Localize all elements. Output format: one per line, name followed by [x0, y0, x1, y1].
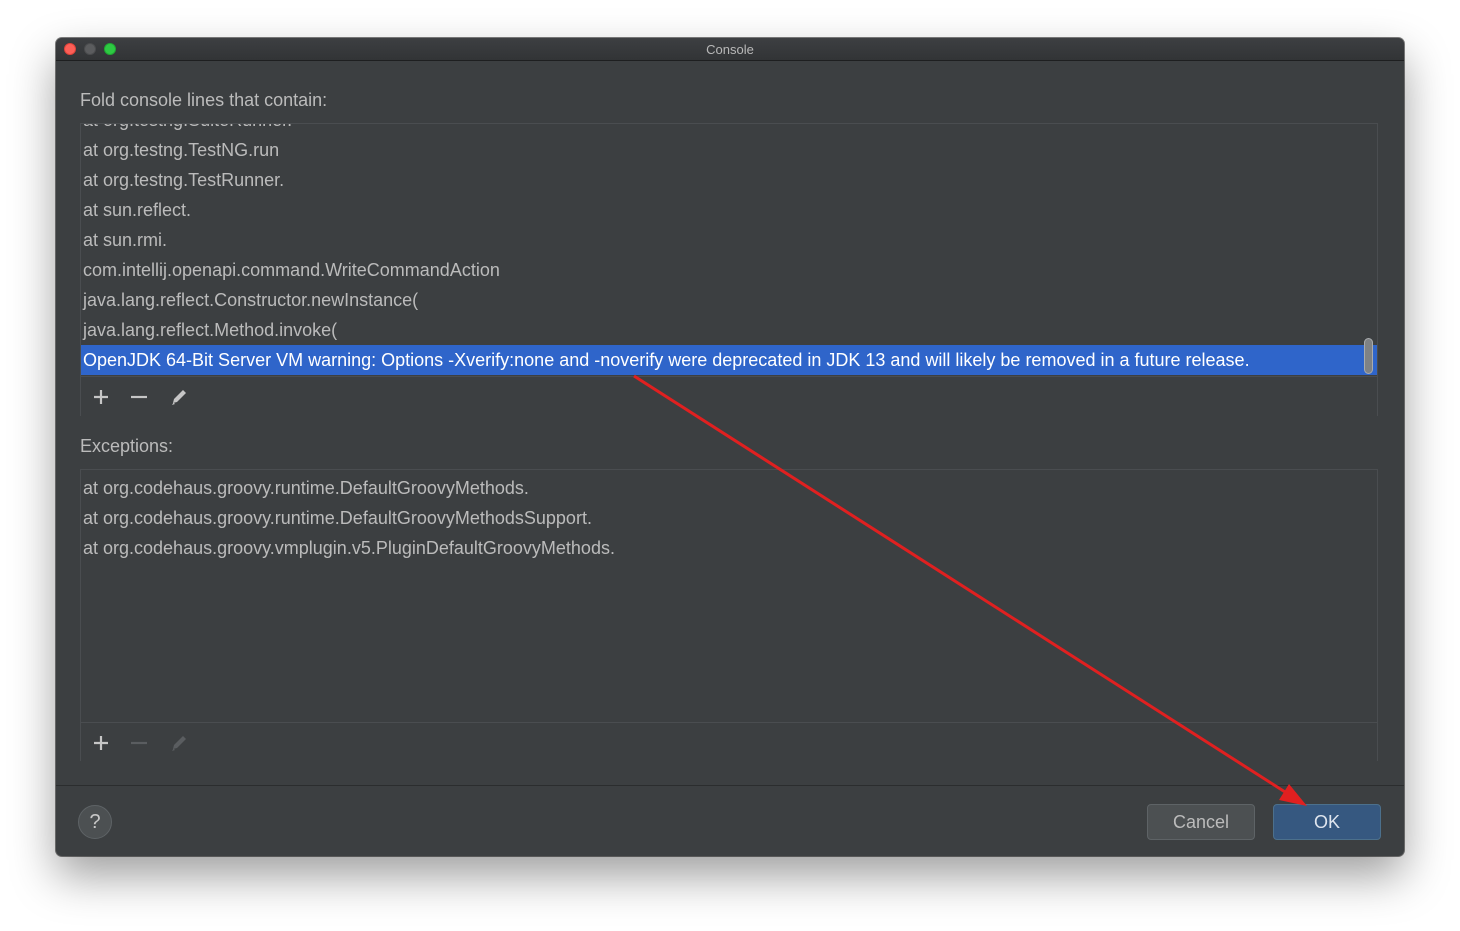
- list-item[interactable]: at org.testng.TestNG.run: [81, 135, 1377, 165]
- exceptions-toolbar: [81, 722, 1377, 763]
- remove-fold-button[interactable]: [127, 385, 151, 409]
- pencil-icon: [172, 736, 186, 751]
- list-item[interactable]: at org.testng.TestRunner.: [81, 165, 1377, 195]
- list-item[interactable]: at org.codehaus.groovy.runtime.DefaultGr…: [81, 473, 1377, 503]
- fold-lines-toolbar: [81, 376, 1377, 417]
- footer-divider: [56, 785, 1404, 786]
- fold-lines-label: Fold console lines that contain:: [80, 90, 328, 110]
- cancel-button[interactable]: Cancel: [1147, 804, 1255, 840]
- list-item[interactable]: at org.codehaus.groovy.vmplugin.v5.Plugi…: [81, 533, 1377, 563]
- list-item-selected[interactable]: OpenJDK 64-Bit Server VM warning: Option…: [81, 345, 1377, 375]
- plus-icon: [94, 390, 108, 404]
- plus-icon: [94, 736, 108, 750]
- minus-icon: [131, 395, 147, 399]
- edit-exception-button[interactable]: [167, 731, 191, 755]
- pencil-icon: [172, 390, 186, 405]
- console-dialog: Console Fold console lines that contain:…: [56, 38, 1404, 856]
- exceptions-list[interactable]: at org.codehaus.groovy.runtime.DefaultGr…: [81, 470, 1377, 722]
- fold-lines-panel: at org.testng.SuiteRunner. at org.testng…: [80, 123, 1378, 417]
- list-item[interactable]: com.intellij.openapi.command.WriteComman…: [81, 255, 1377, 285]
- question-icon: ?: [89, 810, 101, 833]
- add-fold-button[interactable]: [89, 385, 113, 409]
- exceptions-label: Exceptions:: [80, 436, 174, 456]
- list-item[interactable]: java.lang.reflect.Method.invoke(: [81, 315, 1377, 345]
- add-exception-button[interactable]: [89, 731, 113, 755]
- minus-icon: [131, 741, 147, 745]
- fold-lines-list[interactable]: at org.testng.SuiteRunner. at org.testng…: [81, 124, 1377, 376]
- list-item[interactable]: at sun.rmi.: [81, 225, 1377, 255]
- help-button[interactable]: ?: [78, 805, 112, 839]
- list-item[interactable]: at sun.reflect.: [81, 195, 1377, 225]
- list-item[interactable]: at org.codehaus.groovy.runtime.DefaultGr…: [81, 503, 1377, 533]
- exceptions-panel: at org.codehaus.groovy.runtime.DefaultGr…: [80, 469, 1378, 763]
- list-scrollbar[interactable]: [1364, 338, 1373, 374]
- ok-button[interactable]: OK: [1273, 804, 1381, 840]
- list-item[interactable]: java.lang.reflect.Constructor.newInstanc…: [81, 285, 1377, 315]
- list-item[interactable]: at org.testng.SuiteRunner.: [81, 124, 1377, 135]
- title-bar: Console: [56, 38, 1404, 61]
- edit-fold-button[interactable]: [167, 385, 191, 409]
- remove-exception-button[interactable]: [127, 731, 151, 755]
- window-title: Console: [706, 42, 754, 57]
